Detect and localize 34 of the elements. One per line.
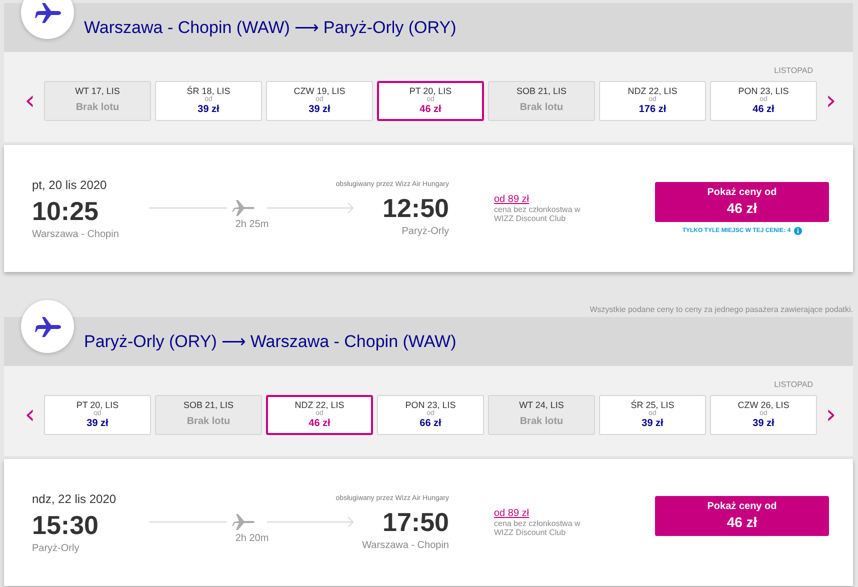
arrival-time: 12:50 xyxy=(382,192,449,224)
flight-date: pt, 20 lis 2020 xyxy=(32,178,107,192)
info-icon[interactable] xyxy=(794,226,802,234)
departure-airport: Warszawa - Chopin xyxy=(32,228,119,240)
show-prices-button[interactable]: Pokaż ceny od 46 zł xyxy=(655,182,829,222)
club-price-link[interactable]: od 89 zł xyxy=(494,508,634,519)
club-note: cena bez członkostwa w WIZZ Discount Club xyxy=(494,519,582,537)
date-tab[interactable]: SOB 21, LIS Brak lotu xyxy=(488,81,595,121)
arrival-airport: Paryż-Orly xyxy=(402,226,449,236)
month-label: LISTOPAD xyxy=(774,66,813,75)
departure-time: 10:25 xyxy=(32,196,98,226)
next-button[interactable]: › xyxy=(817,88,845,114)
airplane-icon xyxy=(34,2,62,24)
date-tab[interactable]: SOB 21, LIS Brak lotu xyxy=(155,395,262,435)
previous-button[interactable]: ‹ xyxy=(16,402,44,428)
month-label: LISTOPAD xyxy=(774,380,813,389)
show-prices-button[interactable]: Pokaż ceny od 46 zł xyxy=(655,496,829,536)
arrival-time: 17:50 xyxy=(382,506,449,538)
flight-duration: 2h 20m xyxy=(235,533,269,544)
route-title: Warszawa - Chopin (WAW) ⟶ Paryż-Orly (ORY) xyxy=(84,17,456,38)
departure-airport: Paryż-Orly xyxy=(32,542,80,554)
route-title: Paryż-Orly (ORY) ⟶ Warszawa - Chopin (WAW) xyxy=(84,331,456,352)
airplane-icon xyxy=(34,316,62,338)
next-button[interactable]: › xyxy=(817,402,845,428)
previous-button[interactable]: ‹ xyxy=(16,88,44,114)
club-price-link[interactable]: od 89 zł xyxy=(494,194,634,205)
flight-duration: 2h 25m xyxy=(235,219,269,230)
price-note: Wszystkie podane ceny to ceny za jednego pasażera zawierające podatki. xyxy=(588,304,853,316)
date-tab[interactable]: WT 17, LIS Brak lotu xyxy=(44,81,151,121)
date-tab[interactable]: WT 24, LIS Brak lotu xyxy=(488,395,595,435)
club-note: cena bez członkostwa w WIZZ Discount Club xyxy=(494,205,582,223)
arrival-airport: Warszawa - Chopin xyxy=(362,540,449,550)
flight-date: ndz, 22 lis 2020 xyxy=(32,492,116,506)
departure-time: 15:30 xyxy=(32,510,98,540)
